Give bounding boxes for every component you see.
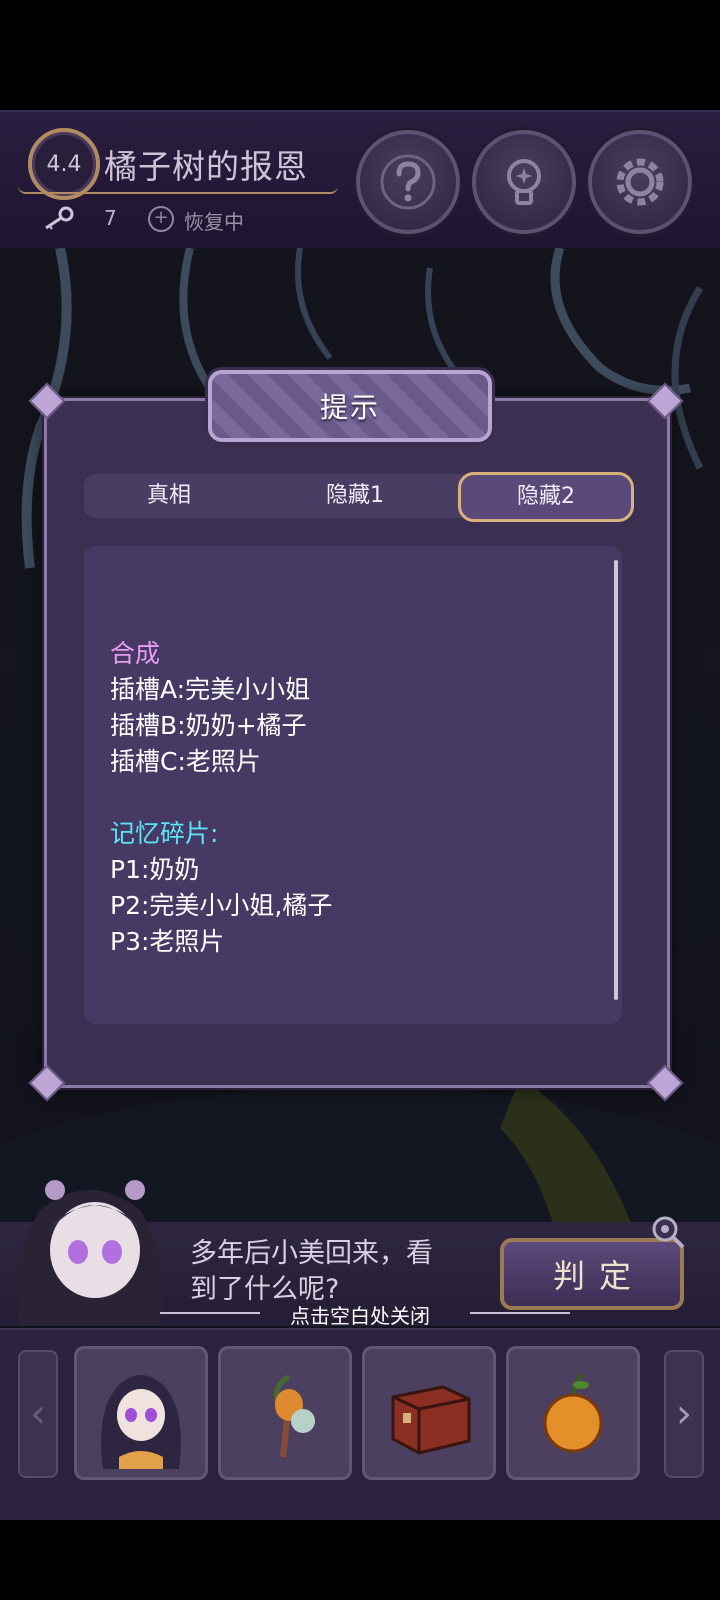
content-line: P3:老照片 <box>110 927 225 956</box>
inventory-item[interactable] <box>218 1346 352 1480</box>
content-line: P2:完美小小姐,橘子 <box>110 891 333 920</box>
plus-icon[interactable]: + <box>148 206 174 232</box>
chevron-right-icon: › <box>676 1391 692 1437</box>
scrollbar[interactable] <box>614 560 618 1000</box>
orange-icon <box>543 1373 603 1453</box>
tab-bar: 真相 隐藏1 隐藏2 <box>84 472 634 522</box>
question-icon <box>380 154 436 210</box>
help-button[interactable] <box>356 130 460 234</box>
close-hint: 点击空白处关闭 <box>290 1304 430 1328</box>
level-title: 橘子树的报恩 <box>104 147 308 186</box>
status-bar <box>0 0 720 110</box>
tab-truth[interactable]: 真相 <box>84 474 254 518</box>
dialog-title: 提示 <box>319 391 380 424</box>
settings-button[interactable] <box>588 130 692 234</box>
chest-icon <box>391 1385 471 1455</box>
level-number: 4.4 <box>46 151 82 177</box>
recover-status: 恢复中 <box>184 210 244 234</box>
chevron-left-icon: ‹ <box>30 1391 46 1437</box>
content-line: 插槽A:完美小小姐 <box>110 675 311 704</box>
section-title-memory: 记忆碎片: <box>110 819 219 848</box>
judge-label: 判定 <box>552 1257 645 1295</box>
gear-icon <box>616 158 664 206</box>
orange-sprite-icon <box>274 1374 315 1458</box>
system-nav-bar <box>0 1520 720 1600</box>
content-line: 插槽B:奶奶+橘子 <box>110 711 307 740</box>
story-hint-line1: 多年后小美回来，看 <box>190 1238 433 1269</box>
content-line: P1:奶奶 <box>110 855 200 884</box>
girl-portrait-icon <box>101 1375 181 1469</box>
tab-hidden-2[interactable]: 隐藏2 <box>458 472 634 522</box>
content-line: 插槽C:老照片 <box>110 747 261 776</box>
hint-content: 合成 插槽A:完美小小姐 插槽B:奶奶+橘子 插槽C:老照片 记忆碎片: P1:… <box>110 636 332 960</box>
tab-hidden-1[interactable]: 隐藏1 <box>270 474 440 518</box>
title-ornament <box>18 186 338 194</box>
key-icon <box>45 206 74 230</box>
magnifier-icon <box>652 1216 685 1249</box>
lightbulb-icon <box>507 159 541 205</box>
dialog-header: 提示 <box>208 370 492 442</box>
hint-button[interactable] <box>472 130 576 234</box>
story-hint: 多年后小美回来，看 到了什么呢? <box>190 1236 490 1308</box>
inventory-prev-button[interactable]: ‹ <box>18 1350 58 1478</box>
inventory-item[interactable] <box>74 1346 208 1480</box>
inventory-item[interactable] <box>362 1346 496 1480</box>
inventory-item[interactable] <box>506 1346 640 1480</box>
section-title-synthesis: 合成 <box>110 639 161 668</box>
inventory-next-button[interactable]: › <box>664 1350 704 1478</box>
key-count: 7 <box>104 206 117 230</box>
